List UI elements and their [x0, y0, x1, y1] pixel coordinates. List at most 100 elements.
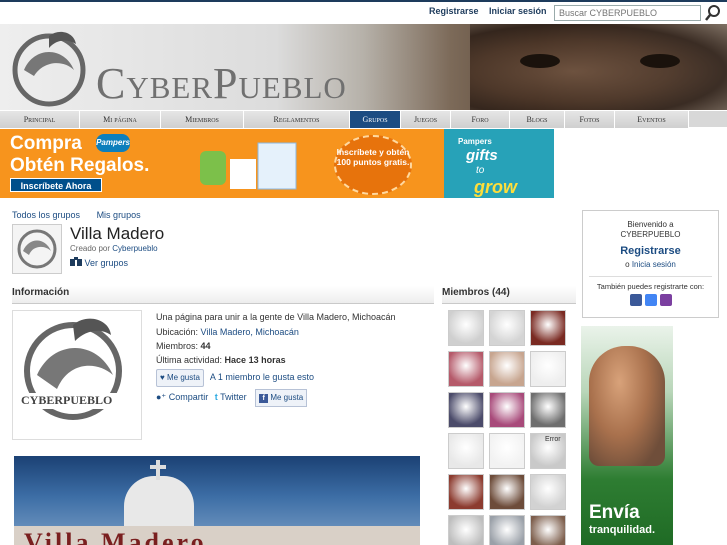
member-avatar[interactable] — [489, 392, 525, 428]
info-heading: Información — [12, 286, 434, 304]
location-link[interactable]: Villa Madero, Michoacán — [201, 327, 299, 337]
location-label: Ubicación: — [156, 327, 199, 337]
heart-icon: ♥ — [160, 373, 165, 382]
binoculars-icon — [70, 257, 85, 268]
members-count: 44 — [200, 341, 211, 351]
welcome-login-link[interactable]: Inicia sesión — [632, 260, 676, 269]
facebook-icon: f — [259, 394, 269, 403]
view-groups-link[interactable]: Ver grupos — [70, 256, 128, 268]
facebook-like-button[interactable]: f Me gusta — [255, 389, 308, 407]
member-avatar[interactable] — [489, 351, 525, 387]
crest-thumbnail-icon — [17, 229, 57, 269]
to-text: to — [476, 165, 485, 176]
member-avatar[interactable] — [530, 310, 566, 346]
welcome-divider — [589, 276, 712, 277]
welcome-greeting: Bienvenido a — [627, 220, 674, 229]
view-groups-label: Ver grupos — [84, 258, 129, 268]
welcome-register-link[interactable]: Registrarse — [583, 245, 718, 257]
register-link[interactable]: Registrarse — [429, 6, 479, 16]
member-avatar[interactable] — [530, 392, 566, 428]
banner-photo — [470, 24, 727, 110]
all-groups-link[interactable]: Todos los grupos — [12, 210, 80, 220]
main-nav: Principal Mi página Miembros Reglamentos… — [0, 110, 727, 128]
tab-blogs[interactable]: Blogs — [510, 111, 565, 128]
tab-grupos[interactable]: Grupos — [350, 111, 401, 128]
creator-label: Creado por — [70, 244, 111, 253]
pampers-logo: Pampers — [96, 134, 130, 152]
share-link[interactable]: Compartir — [169, 392, 209, 402]
diaper-products-icon — [200, 142, 297, 190]
like-button-label: Me gusta — [166, 373, 200, 382]
gifts-text: gifts — [466, 147, 498, 164]
site-logo-text: CyberPueblo — [96, 59, 347, 108]
banner-photo-eye — [520, 54, 560, 68]
facebook-like-label: Me gusta — [270, 393, 304, 402]
group-info: Una página para unir a la gente de Villa… — [156, 310, 396, 407]
cross-icon — [150, 460, 166, 480]
tab-foro[interactable]: Foro — [451, 111, 510, 128]
group-creator: Creado por Cyberpueblo — [70, 244, 158, 253]
member-avatar[interactable] — [530, 515, 566, 545]
facebook-signup-icon[interactable] — [629, 294, 642, 306]
side-ad[interactable]: Envía tranquilidad. — [581, 326, 673, 545]
yahoo-signup-icon[interactable] — [659, 294, 672, 306]
ad-subheadline: Obtén Regalos. — [10, 155, 150, 176]
member-avatar[interactable] — [530, 351, 566, 387]
ad-right-panel: Pampers gifts to grow — [444, 129, 554, 198]
pampers-ad-banner[interactable]: Compra Pampers Obtén Regalos. Inscríbete… — [0, 129, 554, 198]
search-icon[interactable] — [704, 4, 722, 22]
search-input[interactable] — [554, 5, 701, 21]
crest-logo-icon — [12, 31, 86, 107]
member-avatar[interactable]: Error — [530, 433, 566, 469]
ad-signup-button[interactable]: Inscríbete Ahora — [10, 178, 102, 192]
member-avatar[interactable] — [489, 433, 525, 469]
member-avatar[interactable] — [448, 433, 484, 469]
member-avatar[interactable] — [489, 474, 525, 510]
photo-sign-text: Villa Madero — [24, 528, 207, 545]
side-ad-photo — [589, 346, 665, 466]
member-avatar[interactable] — [489, 515, 525, 545]
group-description: Una página para unir a la gente de Villa… — [156, 312, 396, 322]
group-thumbnail[interactable] — [12, 224, 62, 274]
group-header: Villa Madero Creado por Cyberpueblo Ver … — [12, 224, 432, 274]
tab-mi-pagina[interactable]: Mi página — [80, 111, 161, 128]
twitter-link[interactable]: Twitter — [220, 392, 247, 402]
tab-fotos[interactable]: Fotos — [565, 111, 615, 128]
welcome-also-text: También puedes registrarte con: — [596, 282, 705, 291]
member-avatar[interactable] — [448, 515, 484, 545]
member-avatar[interactable] — [448, 351, 484, 387]
members-heading[interactable]: Miembros (44) — [442, 286, 576, 304]
member-avatar[interactable] — [448, 310, 484, 346]
tab-reglamentos[interactable]: Reglamentos — [244, 111, 350, 128]
top-bar: Registrarse Iniciar sesión — [0, 0, 727, 22]
tab-eventos[interactable]: Eventos — [615, 111, 689, 128]
avatar-error-text: Error — [545, 436, 561, 443]
google-signup-icon[interactable] — [644, 294, 657, 306]
my-groups-link[interactable]: Mis grupos — [97, 210, 141, 220]
welcome-or-text: o — [625, 260, 630, 269]
group-logo-image[interactable]: CYBERPUEBLO — [12, 310, 142, 440]
like-button[interactable]: ♥ Me gusta — [156, 369, 204, 387]
group-photo[interactable]: Villa Madero — [14, 456, 420, 545]
member-avatar[interactable] — [530, 474, 566, 510]
login-link[interactable]: Iniciar sesión — [489, 6, 547, 16]
tab-juegos[interactable]: Juegos — [401, 111, 451, 128]
member-avatar[interactable] — [448, 474, 484, 510]
tab-principal[interactable]: Principal — [0, 111, 80, 128]
tab-miembros[interactable]: Miembros — [161, 111, 244, 128]
ad-headline: Compra — [10, 133, 82, 154]
members-label: Miembros: — [156, 341, 199, 351]
creator-link[interactable]: Cyberpueblo — [112, 244, 157, 253]
banner-photo-eye — [640, 54, 680, 68]
member-avatar[interactable] — [489, 310, 525, 346]
grow-text: grow — [474, 177, 517, 197]
group-title: Villa Madero — [70, 224, 165, 243]
site-banner[interactable]: CyberPueblo — [0, 24, 727, 110]
welcome-site-name: CYBERPUEBLO — [620, 230, 681, 239]
crest-large-icon — [19, 318, 137, 420]
like-count-link[interactable]: A 1 miembro le gusta esto — [210, 372, 314, 382]
share-icon: ●⁺ — [156, 392, 167, 402]
social-signup-icons — [583, 294, 718, 306]
member-avatar[interactable] — [448, 392, 484, 428]
side-ad-subline: tranquilidad. — [589, 524, 655, 536]
